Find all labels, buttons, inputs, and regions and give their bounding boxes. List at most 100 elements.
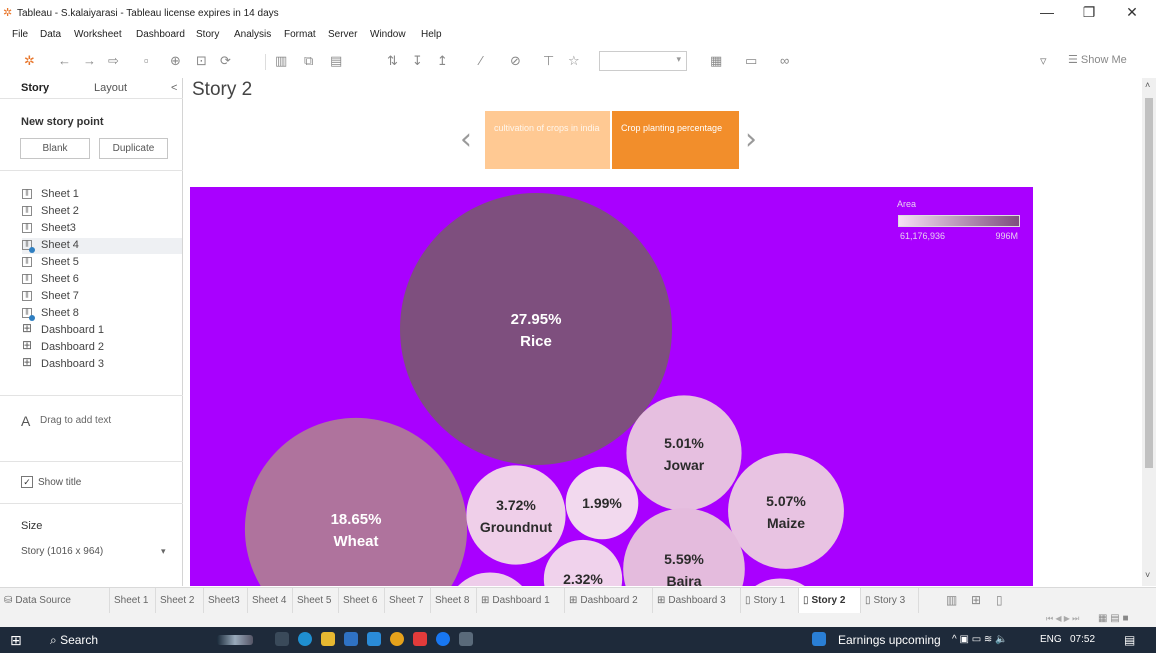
- clock[interactable]: 07:52: [1070, 634, 1095, 645]
- sort-descending-icon[interactable]: ↥: [437, 53, 448, 69]
- sidebar-item-dashboard-1[interactable]: ⊞ Dashboard 1: [22, 322, 182, 339]
- bubble-wheat[interactable]: [244, 417, 468, 586]
- new-story-tab-icon[interactable]: ▯: [996, 593, 1003, 607]
- sheet-tab-data-source[interactable]: ⛁ Data Source: [0, 588, 110, 614]
- show-me-button[interactable]: ☰ Show Me: [1068, 53, 1127, 66]
- scroll-down-icon[interactable]: ˅: [1145, 570, 1150, 580]
- sheet-tab-dashboard-2[interactable]: ⊞ Dashboard 2: [565, 588, 653, 614]
- bubble-groundnut[interactable]: [466, 465, 566, 565]
- forward-arrow-icon[interactable]: →: [83, 53, 96, 68]
- windows-start-icon[interactable]: ⊞: [10, 632, 22, 649]
- sidebar-item-sheet-2[interactable]: ⫼ Sheet 2: [22, 204, 182, 220]
- sheet-tab-story-1[interactable]: ▯ Story 1: [741, 588, 799, 614]
- pin-icon[interactable]: ☆: [568, 53, 580, 69]
- swap-icon[interactable]: ⇅: [387, 53, 398, 69]
- tab-navigation-icon[interactable]: ⏮ ◀ ▶ ⏭: [1046, 614, 1079, 624]
- tableau-taskbar-icon[interactable]: [459, 632, 473, 646]
- clear-sheet-icon[interactable]: ▤: [330, 53, 342, 69]
- sort-ascending-icon[interactable]: ↧: [412, 53, 423, 69]
- bubble-maize[interactable]: [728, 453, 844, 569]
- tab-layout[interactable]: Layout: [94, 82, 127, 94]
- sheet-tab-sheet-6[interactable]: Sheet 6: [339, 588, 385, 614]
- sheet-tab-dashboard-1[interactable]: ⊞ Dashboard 1: [477, 588, 565, 614]
- tableau-home-icon[interactable]: ✲: [24, 53, 35, 69]
- show-title-checkbox[interactable]: ✓ Show title: [21, 476, 141, 492]
- bubble-rice[interactable]: [400, 193, 672, 465]
- menu-worksheet[interactable]: Worksheet: [74, 29, 122, 40]
- new-sheet-icon[interactable]: ⊡: [196, 53, 207, 69]
- presentation-icon[interactable]: ▭: [745, 53, 757, 69]
- sheet-tab-sheet-2[interactable]: Sheet 2: [156, 588, 204, 614]
- menu-file[interactable]: File: [12, 29, 28, 40]
- redo-icon[interactable]: ⇨: [108, 53, 119, 69]
- sidebar-item-sheet-7[interactable]: ⫼ Sheet 7: [22, 289, 182, 305]
- store-icon[interactable]: [344, 632, 358, 646]
- file-explorer-icon[interactable]: [321, 632, 335, 646]
- story-point-cultivation[interactable]: cultivation of crops in india: [485, 111, 610, 169]
- sheet-tab-sheet-1[interactable]: Sheet 1: [110, 588, 156, 614]
- sidebar-item-dashboard-2[interactable]: ⊞ Dashboard 2: [22, 339, 182, 356]
- label-icon[interactable]: ⊤: [543, 53, 554, 69]
- sidebar-item-sheet-5[interactable]: ⫼ Sheet 5: [22, 255, 182, 271]
- sidebar-item-sheet3[interactable]: ⫼ Sheet3: [22, 221, 182, 237]
- save-icon[interactable]: ▫: [144, 53, 149, 68]
- edge-browser-icon[interactable]: [298, 632, 312, 646]
- group-icon[interactable]: ⊘: [510, 53, 521, 69]
- weather-widget-icon[interactable]: [217, 635, 253, 645]
- scrollbar-thumb[interactable]: [1145, 98, 1153, 468]
- collapse-panel-icon[interactable]: <: [171, 82, 177, 94]
- menu-analysis[interactable]: Analysis: [234, 29, 271, 40]
- sheet-tab-sheet-8[interactable]: Sheet 8: [431, 588, 477, 614]
- minimize-button[interactable]: —: [1033, 4, 1061, 20]
- drag-to-add-text[interactable]: A Drag to add text: [21, 413, 171, 431]
- sheet-tab-sheet-7[interactable]: Sheet 7: [385, 588, 431, 614]
- news-ticker[interactable]: Earnings upcoming: [838, 633, 941, 647]
- news-icon[interactable]: [812, 632, 826, 646]
- show-cards-icon[interactable]: ▦: [710, 53, 722, 69]
- menu-help[interactable]: Help: [421, 29, 442, 40]
- sidebar-item-sheet-1[interactable]: ⫼ Sheet 1: [22, 187, 182, 203]
- area-legend[interactable]: Area 61,176,936 996M: [897, 199, 1027, 249]
- story-size-dropdown[interactable]: Story (1016 x 964) ▾: [21, 544, 171, 560]
- story-point-crop-planting[interactable]: Crop planting percentage: [612, 111, 739, 169]
- fit-dropdown[interactable]: ▾: [599, 51, 687, 71]
- share-icon[interactable]: ∞: [780, 53, 789, 68]
- restore-button[interactable]: ❐: [1075, 4, 1103, 21]
- duplicate-button[interactable]: Duplicate: [99, 138, 168, 159]
- menu-window[interactable]: Window: [370, 29, 406, 40]
- sidebar-item-sheet-4[interactable]: ⫼ Sheet 4: [22, 238, 182, 254]
- sheet-tab-dashboard-3[interactable]: ⊞ Dashboard 3: [653, 588, 741, 614]
- sheet-tab-story-2[interactable]: ▯ Story 2: [799, 588, 861, 614]
- youtube-icon[interactable]: [413, 632, 427, 646]
- bubble-jowar[interactable]: [626, 395, 742, 511]
- bubble-item-9[interactable]: [735, 578, 824, 586]
- taskbar-search[interactable]: ⌕ Search: [50, 633, 98, 648]
- facebook-icon[interactable]: [436, 632, 450, 646]
- previous-story-point-button[interactable]: ‹: [460, 122, 472, 157]
- new-datasource-icon[interactable]: ⊕: [170, 53, 181, 69]
- menu-server[interactable]: Server: [328, 29, 357, 40]
- sidebar-item-dashboard-3[interactable]: ⊞ Dashboard 3: [22, 356, 182, 373]
- tooltip-icon[interactable]: ▿: [1040, 53, 1047, 69]
- system-tray-icons[interactable]: ^ ▣ ▭ ≋ 🔈: [952, 634, 1008, 645]
- menu-dashboard[interactable]: Dashboard: [136, 29, 185, 40]
- blank-button[interactable]: Blank: [20, 138, 90, 159]
- sheet-tab-story-3[interactable]: ▯ Story 3: [861, 588, 919, 614]
- menu-story[interactable]: Story: [196, 29, 219, 40]
- menu-format[interactable]: Format: [284, 29, 316, 40]
- mail-icon[interactable]: [367, 632, 381, 646]
- sidebar-item-sheet-6[interactable]: ⫼ Sheet 6: [22, 272, 182, 288]
- view-toggle-icon[interactable]: ▦ ▤ ■: [1098, 613, 1129, 624]
- chrome-icon[interactable]: [390, 632, 404, 646]
- new-dashboard-tab-icon[interactable]: ⊞: [971, 593, 981, 607]
- refresh-icon[interactable]: ⟳: [220, 53, 231, 69]
- new-worksheet-tab-icon[interactable]: ▥: [946, 593, 957, 607]
- scroll-up-icon[interactable]: ˄: [1145, 80, 1150, 90]
- sheet-tab-sheet3[interactable]: Sheet3: [204, 588, 248, 614]
- sidebar-item-sheet-8[interactable]: ⫼ Sheet 8: [22, 306, 182, 322]
- notifications-icon[interactable]: ▤: [1124, 633, 1135, 647]
- next-story-point-button[interactable]: ›: [745, 122, 757, 157]
- sheet-tab-sheet-5[interactable]: Sheet 5: [293, 588, 339, 614]
- back-arrow-icon[interactable]: ←: [58, 53, 71, 68]
- sheet-tab-sheet-4[interactable]: Sheet 4: [248, 588, 293, 614]
